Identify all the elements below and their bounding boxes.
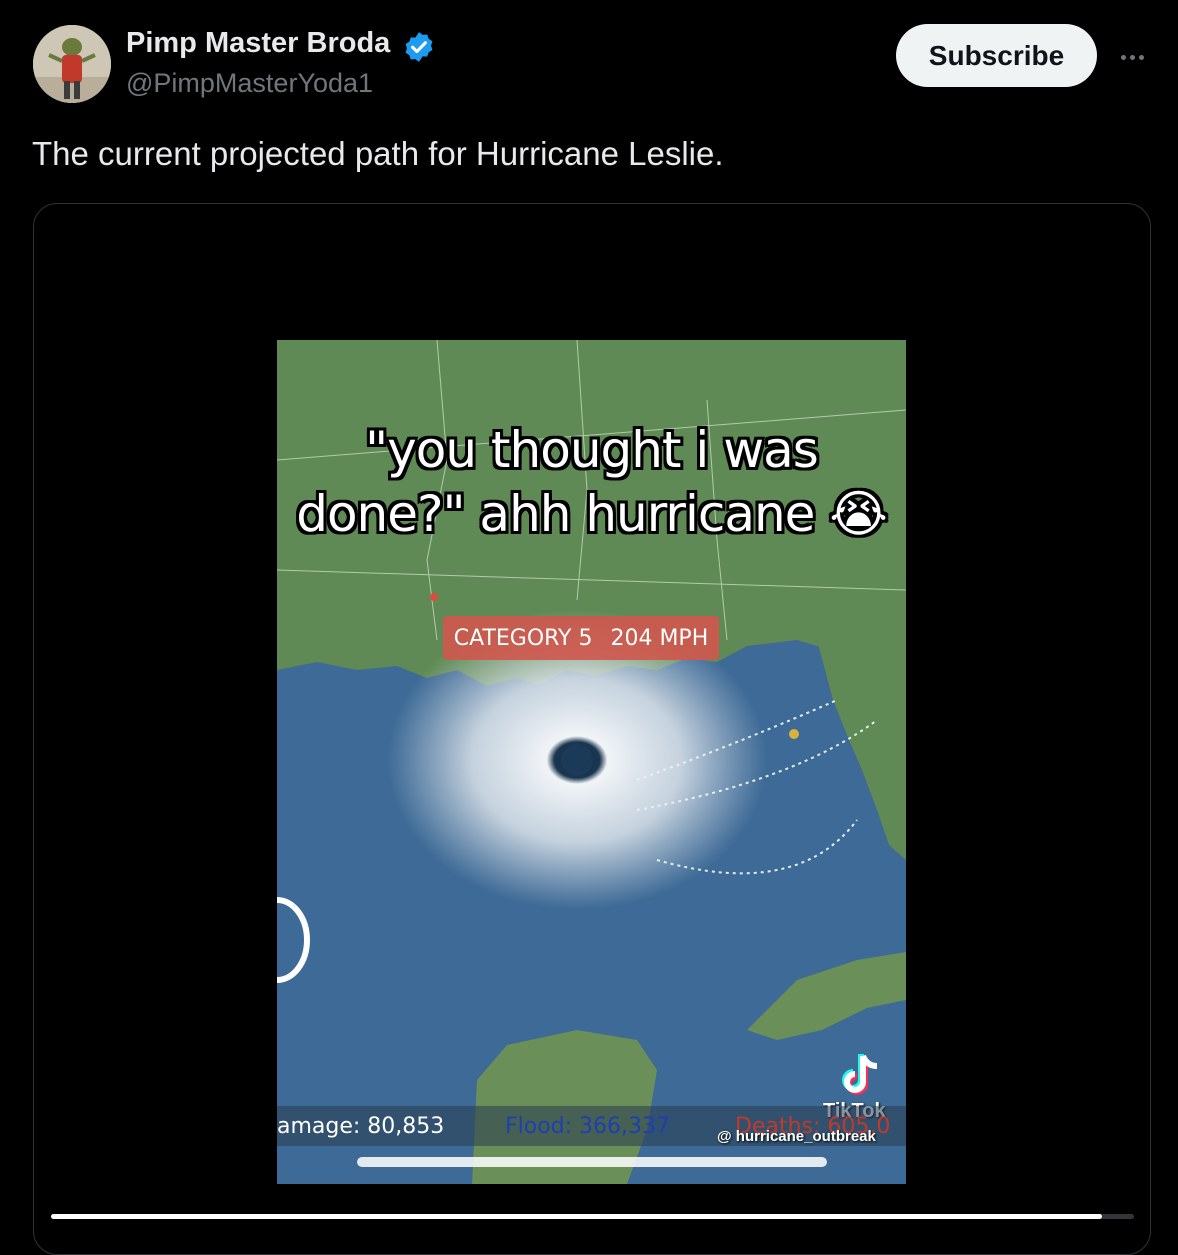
crying-emoji-icon: 😭 <box>829 485 887 543</box>
more-options-icon[interactable] <box>1115 40 1149 74</box>
dot <box>1138 54 1144 60</box>
caption-line-2-text: done?" ahh hurricane <box>296 485 815 543</box>
avatar[interactable] <box>33 25 111 103</box>
tiktok-username: @ hurricane_outbreak <box>717 1128 876 1145</box>
caption-line-1: "you thought i was <box>365 421 819 479</box>
avatar-image <box>33 25 111 103</box>
flood-stat: Flood: 366,337 <box>505 1114 671 1139</box>
dot <box>1120 54 1126 60</box>
video-caption: "you thought i was done?" ahh hurricane … <box>277 418 906 546</box>
author-handle[interactable]: @PimpMasterYoda1 <box>126 68 373 99</box>
video-player[interactable]: "you thought i was done?" ahh hurricane … <box>277 340 906 1184</box>
tweet-text: The current projected path for Hurricane… <box>32 135 724 172</box>
media-card[interactable]: "you thought i was done?" ahh hurricane … <box>33 203 1151 1255</box>
tiktok-logo-icon <box>842 1054 878 1095</box>
subscribe-button[interactable]: Subscribe <box>896 24 1097 87</box>
caption-line-2: done?" ahh hurricane 😭 <box>277 482 906 546</box>
video-progress-fill <box>51 1214 1102 1219</box>
category-badge: CATEGORY 5 204 MPH <box>443 616 719 660</box>
video-progress-bar[interactable] <box>51 1214 1134 1219</box>
dot <box>1129 54 1135 60</box>
category-label: CATEGORY 5 <box>453 625 593 651</box>
damage-stat: amage: 80,853 <box>277 1114 445 1139</box>
wind-speed-label: 204 MPH <box>610 625 709 651</box>
video-scrubber-bar <box>357 1157 827 1167</box>
author-display-name[interactable]: Pimp Master Broda <box>126 27 390 60</box>
verified-badge-icon[interactable] <box>402 30 436 64</box>
